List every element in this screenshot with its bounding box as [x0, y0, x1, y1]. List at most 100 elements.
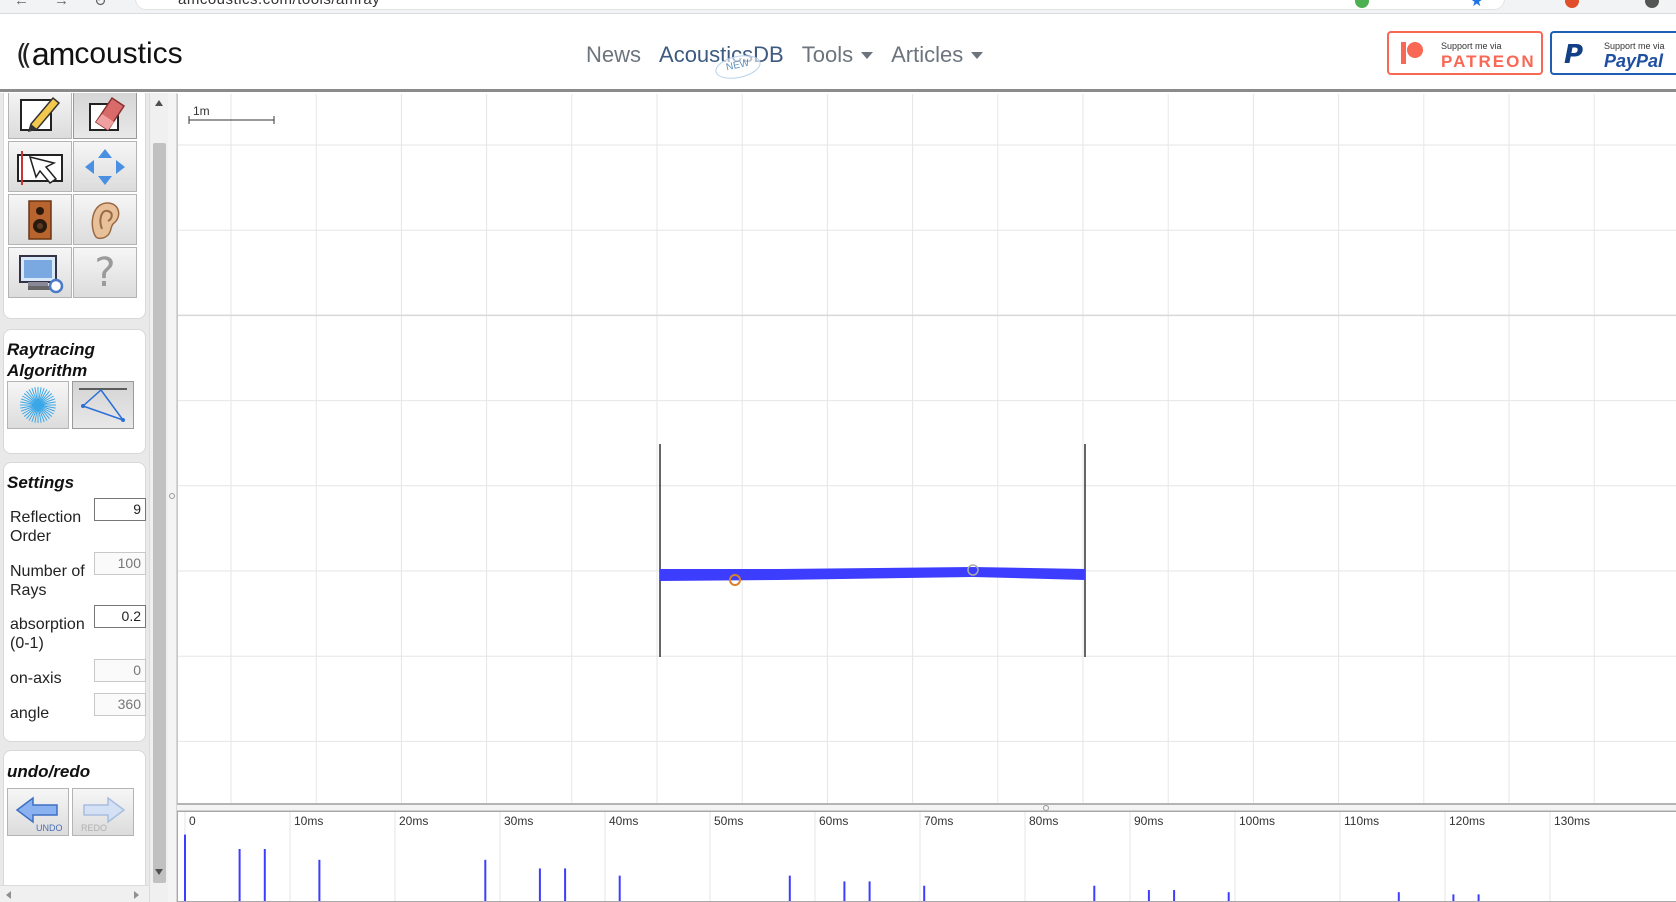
select-tool-button[interactable] [8, 141, 72, 192]
logo-am: am [31, 35, 75, 72]
chevron-down-icon [861, 51, 874, 59]
undo-redo-title: undo/redo [7, 762, 91, 781]
raytracing-panel: Raytracing Algorithm [3, 329, 146, 454]
chevron-down-icon [971, 51, 984, 59]
echogram-time-label: 60ms [819, 814, 848, 828]
settings-panel: Settings Reflection Order 9 Number of Rays… [3, 462, 146, 742]
undo-redo-panel: undo/redo UNDO REDO [3, 750, 146, 900]
paypal-logo-icon: P [1564, 40, 1584, 70]
browser-chrome: ← → ↻ amcoustics.com/tools/amray ★ [0, 0, 1676, 14]
echogram-time-label: 20ms [399, 814, 428, 828]
draw-tool-button[interactable] [8, 93, 72, 139]
nav-news[interactable]: News [586, 42, 641, 68]
scroll-left-icon[interactable] [6, 891, 11, 899]
extension-icon[interactable] [1565, 0, 1579, 8]
echogram-time-label: 30ms [504, 814, 533, 828]
selection-arrow-icon [17, 150, 63, 185]
echogram-time-label: 130ms [1554, 814, 1590, 828]
scroll-up-icon[interactable] [155, 100, 163, 106]
pencil-icon [20, 96, 61, 132]
undo-button[interactable]: UNDO [7, 788, 69, 836]
number-of-rays-label: Number of Rays [10, 563, 85, 599]
settings-title: Settings [7, 473, 75, 492]
paypal-big-text: PayPal [1604, 51, 1664, 71]
logo-coustics: coustics [74, 37, 183, 70]
absorption-input[interactable]: 0.2 [94, 605, 146, 628]
question-mark-icon: ? [94, 249, 116, 296]
ear-icon [91, 201, 120, 239]
echogram-time-label: 70ms [924, 814, 953, 828]
amray-page: ← → ↻ amcoustics.com/tools/amray ★ (( am… [0, 0, 1676, 902]
number-of-rays-input[interactable]: 100 [94, 552, 146, 575]
nav-acousticsdb[interactable]: AcousticsDB NEW [659, 42, 784, 83]
logo-waves: (( [16, 37, 32, 71]
scroll-right-icon[interactable] [134, 891, 139, 899]
patreon-big-text: PATREON [1441, 52, 1536, 71]
nav-articles-dropdown[interactable]: Articles [891, 42, 984, 68]
source-tool-button[interactable] [8, 194, 72, 245]
raytrace-mode-button[interactable] [7, 381, 69, 429]
echogram-time-label: 50ms [714, 814, 743, 828]
echogram-resize-handle[interactable] [177, 803, 1676, 811]
back-icon[interactable]: ← [14, 0, 29, 9]
echogram-time-label: 40ms [609, 814, 638, 828]
reflection-order-input[interactable]: 9 [94, 498, 146, 521]
echogram-panel: 0 10ms 20ms 30ms 40ms 50ms 60ms 70ms 80ms 90ms 100… [177, 811, 1676, 902]
scrollbar-thumb[interactable] [153, 143, 166, 883]
echogram-time-label: 80ms [1029, 814, 1058, 828]
echogram-time-label: 110ms [1344, 814, 1379, 828]
sidebar-horizontal-scrollbar[interactable] [0, 885, 149, 902]
sidebar-vertical-scrollbar[interactable] [149, 93, 168, 902]
echogram-svg: 0 10ms 20ms 30ms 40ms 50ms 60ms 70ms 80ms 90ms 100… [184, 812, 1590, 901]
eraser-icon [89, 96, 126, 131]
absorption-label: absorption (0-1) [10, 616, 85, 652]
move-arrows-icon [85, 148, 125, 185]
profile-avatar-icon[interactable] [1645, 0, 1659, 8]
echogram-time-label: 120ms [1449, 814, 1485, 828]
scroll-down-icon[interactable] [155, 869, 163, 875]
undo-label: UNDO [36, 823, 63, 833]
sidebar-resize-handle[interactable] [168, 93, 177, 902]
paypal-support-button[interactable]: P Support me via PayPal [1550, 31, 1676, 75]
patreon-small-text: Support me via [1441, 41, 1502, 51]
url-text: amcoustics.com/tools/amray [178, 0, 380, 8]
tools-panel: ? [3, 93, 146, 319]
redo-button[interactable]: REDO [72, 788, 134, 836]
on-axis-input[interactable]: 0 [94, 659, 146, 682]
echogram-time-label: 100ms [1239, 814, 1275, 828]
bookmark-star-icon[interactable]: ★ [1470, 0, 1483, 10]
receiver-tool-button[interactable] [73, 194, 137, 245]
main-nav: News AcousticsDB NEW Tools Articles [586, 40, 1001, 83]
angle-label: angle [10, 705, 50, 722]
raytracing-title: Raytracing Algorithm [7, 340, 95, 380]
erase-tool-button[interactable] [73, 93, 137, 139]
tool-sidebar: ? Raytracing Algorithm Settings Reflecti… [0, 93, 168, 902]
paypal-small-text: Support me via [1604, 41, 1665, 51]
scale-label: 1m [193, 104, 210, 118]
patreon-logo-icon [1401, 42, 1423, 64]
resize-knob-icon [169, 493, 175, 499]
redo-label: REDO [81, 823, 108, 833]
patreon-support-button[interactable]: Support me via PATREON [1387, 31, 1543, 75]
settings-tool-button[interactable] [8, 247, 72, 298]
image-source-icon [79, 388, 127, 422]
computer-wrench-icon [19, 254, 64, 293]
site-header: (( am coustics News AcousticsDB NEW Tool… [0, 16, 1676, 92]
ray-bundle [660, 567, 1085, 581]
angle-input[interactable]: 360 [94, 693, 146, 716]
echogram-time-label: 90ms [1134, 814, 1163, 828]
echogram-time-label: 0 [189, 814, 196, 828]
room-canvas[interactable]: 1m [177, 94, 1676, 803]
speaker-icon [28, 199, 52, 240]
reload-icon[interactable]: ↻ [94, 0, 107, 10]
mirror-image-mode-button[interactable] [72, 381, 134, 429]
forward-icon[interactable]: → [54, 0, 69, 9]
canvas-svg[interactable]: 1m [178, 94, 1676, 803]
help-tool-button[interactable]: ? [73, 247, 137, 298]
on-axis-label: on-axis [10, 670, 62, 687]
site-logo[interactable]: (( am coustics [16, 34, 183, 74]
ray-burst-icon [20, 387, 56, 423]
grid [178, 94, 1676, 803]
move-tool-button[interactable] [73, 141, 137, 192]
nav-tools-dropdown[interactable]: Tools [802, 42, 874, 68]
